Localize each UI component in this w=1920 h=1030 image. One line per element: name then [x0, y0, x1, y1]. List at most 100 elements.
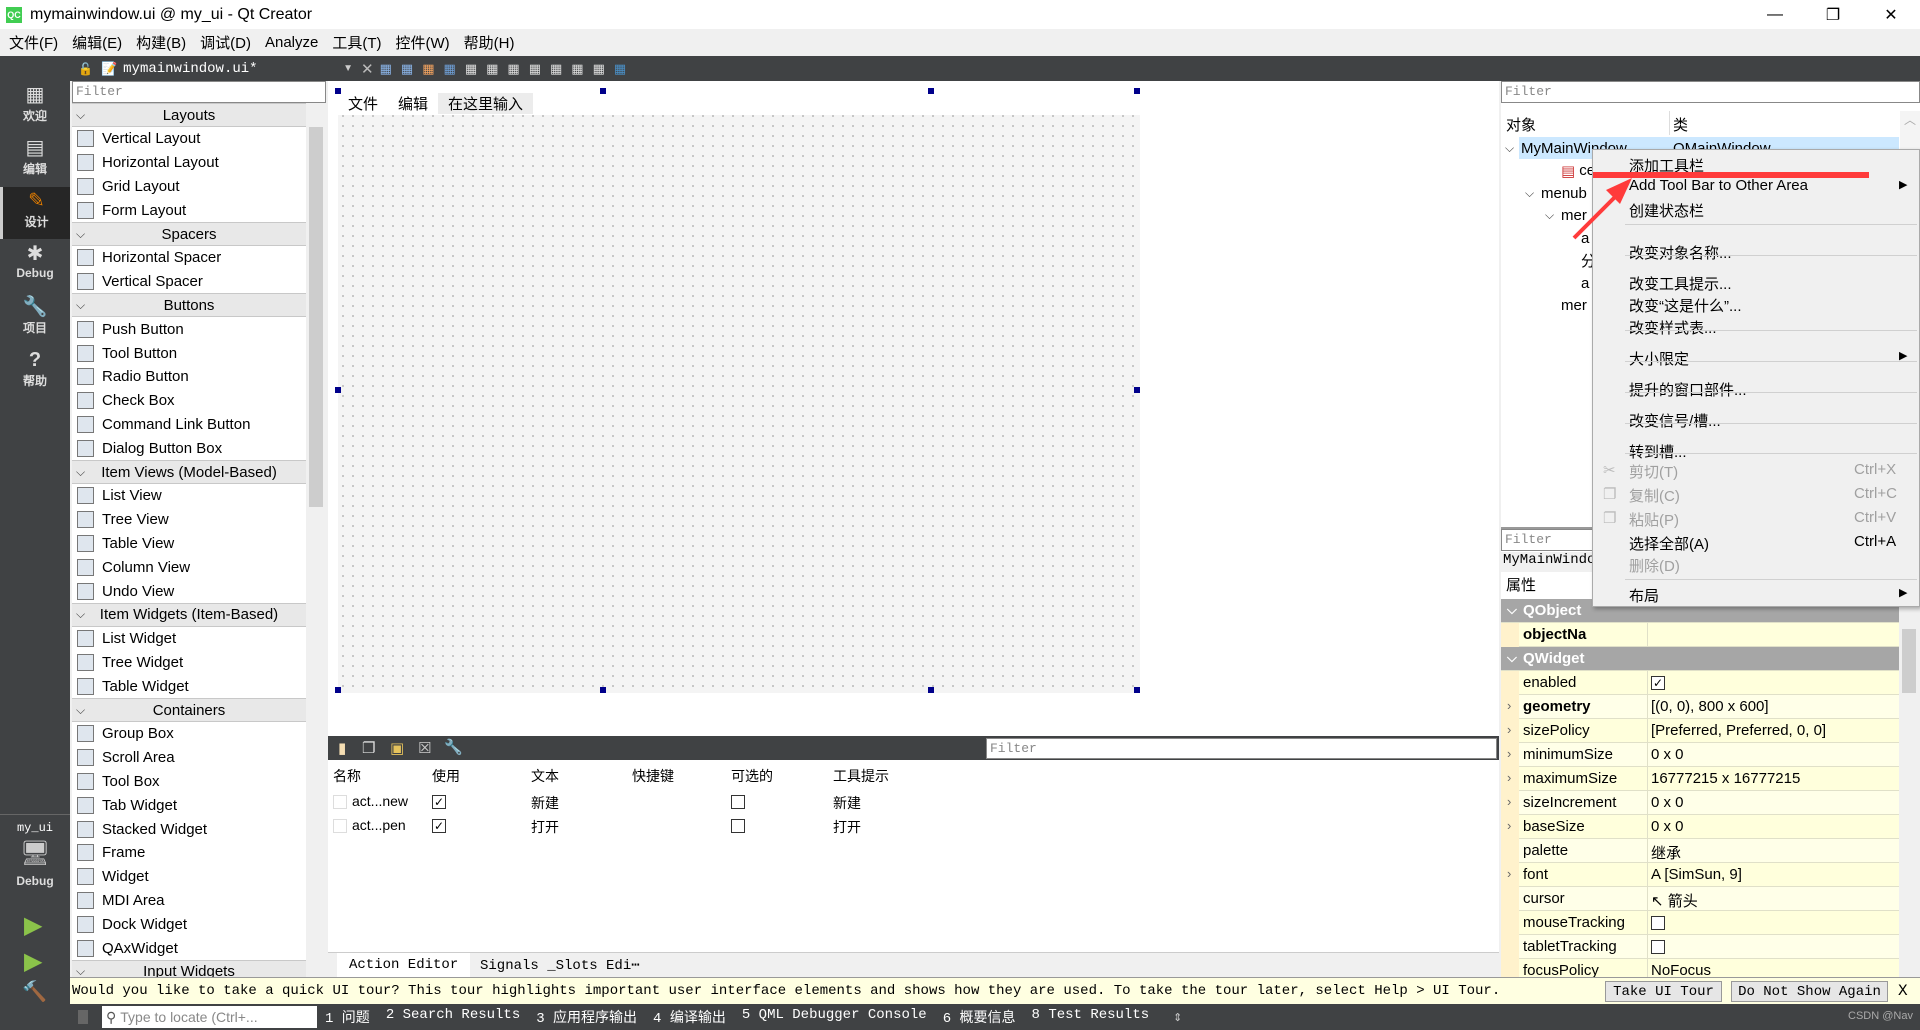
column-header[interactable]: 使用	[432, 766, 460, 786]
chevron-right-icon[interactable]: ›	[1507, 818, 1511, 833]
widget-item[interactable]: Radio Button	[72, 365, 306, 389]
context-menu-item[interactable]: 创建状态栏	[1593, 198, 1920, 220]
used-checkbox[interactable]: ✓	[432, 819, 446, 833]
mode-grid[interactable]: ▦ 欢迎	[0, 81, 70, 133]
output-pane-button[interactable]: 8 Test Results	[1032, 1007, 1150, 1027]
widget-item[interactable]: Table View	[72, 531, 306, 555]
context-menu-item[interactable]: 选择全部(A) Ctrl+A	[1593, 531, 1920, 553]
widget-item[interactable]: Column View	[72, 555, 306, 579]
widget-item[interactable]: Tree View	[72, 508, 306, 532]
widget-item[interactable]: Scroll Area	[72, 746, 306, 770]
close-window-button[interactable]: ✕	[1862, 0, 1920, 29]
property-value[interactable]: 16777215 x 16777215	[1651, 770, 1800, 787]
property-row[interactable]: objectNa	[1501, 623, 1899, 647]
property-value[interactable]: 继承	[1651, 842, 1681, 863]
widget-item[interactable]: QAxWidget	[72, 936, 306, 960]
property-row[interactable]: › sizeIncrement 0 x 0	[1501, 791, 1899, 815]
category-header[interactable]: ⌵ Spacers	[72, 222, 306, 246]
used-checkbox[interactable]: ✓	[432, 795, 446, 809]
property-value[interactable]: [(0, 0), 800 x 600]	[1651, 698, 1769, 715]
mode-wrench[interactable]: 🔧 项目	[0, 293, 70, 345]
property-value[interactable]: ↖ 箭头	[1651, 890, 1698, 911]
property-value[interactable]: NoFocus	[1651, 962, 1711, 977]
take-ui-tour-button[interactable]: Take UI Tour	[1605, 981, 1722, 1002]
property-row[interactable]: › minimumSize 0 x 0	[1501, 743, 1899, 767]
chevron-right-icon[interactable]: ›	[1507, 770, 1511, 785]
widget-item[interactable]: Horizontal Layout	[72, 151, 306, 175]
property-group[interactable]: ⌵ QWidget	[1501, 647, 1899, 671]
mode-bug[interactable]: ✱ Debug	[0, 240, 70, 292]
widget-item[interactable]: Command Link Button	[72, 412, 306, 436]
pane-chooser-icon[interactable]: ⇕	[1173, 1011, 1182, 1024]
widget-item[interactable]: List Widget	[72, 627, 306, 651]
property-value[interactable]: A [SimSun, 9]	[1651, 866, 1742, 883]
column-header[interactable]: 工具提示	[833, 766, 889, 786]
open-file-combo[interactable]: mymainwindow.ui*	[123, 61, 343, 77]
menu-item[interactable]: 编辑(E)	[65, 32, 129, 53]
context-menu-item[interactable]: 布局 ▶	[1593, 583, 1920, 605]
resize-handle[interactable]	[335, 687, 341, 693]
layout-tool-icon[interactable]: ▦	[614, 61, 626, 77]
property-value[interactable]: [Preferred, Preferred, 0, 0]	[1651, 722, 1826, 739]
layout-tool-icon[interactable]: ▦	[550, 61, 562, 77]
output-pane-button[interactable]: 5 QML Debugger Console	[742, 1007, 927, 1027]
tree-node[interactable]: ⌵ menub	[1525, 182, 1587, 204]
widget-item[interactable]: Vertical Spacer	[72, 270, 306, 294]
run-icon[interactable]: ▶	[24, 911, 42, 940]
layout-tool-icon[interactable]: ▦	[444, 61, 456, 77]
property-value[interactable]: 0 x 0	[1651, 818, 1684, 835]
layout-tool-icon[interactable]: ▦	[529, 61, 541, 77]
minimize-button[interactable]: —	[1746, 0, 1804, 29]
resize-handle[interactable]	[1134, 387, 1140, 393]
property-row[interactable]: › baseSize 0 x 0	[1501, 815, 1899, 839]
do-not-show-again-button[interactable]: Do Not Show Again	[1731, 981, 1888, 1002]
locator-input[interactable]: ⚲ Type to locate (Ctrl+...	[102, 1006, 317, 1028]
property-row[interactable]: enabled ✓	[1501, 671, 1899, 695]
widget-item[interactable]: Tab Widget	[72, 793, 306, 817]
output-pane-button[interactable]: 3 应用程序输出	[536, 1007, 637, 1027]
menu-item[interactable]: 控件(W)	[389, 32, 457, 53]
widget-item[interactable]: Check Box	[72, 389, 306, 413]
context-menu-item[interactable]: 提升的窗口部件...	[1593, 377, 1920, 399]
checkable-checkbox[interactable]	[731, 819, 745, 833]
widget-item[interactable]: Dialog Button Box	[72, 436, 306, 460]
context-menu-item[interactable]: 改变信号/槽...	[1593, 408, 1920, 430]
context-menu-item[interactable]: 改变样式表...	[1593, 315, 1920, 337]
delete-action-icon[interactable]: ☒	[418, 739, 431, 757]
wrench-icon[interactable]: 🔧	[444, 738, 463, 756]
context-menu-item[interactable]: 改变工具提示...	[1593, 271, 1920, 293]
context-menu-item[interactable]: 转到槽...	[1593, 439, 1920, 461]
category-header[interactable]: ⌵ Item Widgets (Item-Based)	[72, 602, 306, 627]
property-checkbox[interactable]: ✓	[1651, 676, 1665, 690]
chevron-right-icon[interactable]: ›	[1507, 698, 1511, 713]
property-checkbox[interactable]	[1651, 916, 1665, 930]
column-header[interactable]: 文本	[531, 766, 559, 786]
widget-item[interactable]: Undo View	[72, 579, 306, 603]
menu-item[interactable]: 构建(B)	[129, 32, 193, 53]
mode-help[interactable]: ? 帮助	[0, 346, 70, 398]
widget-item[interactable]: Grid Layout	[72, 174, 306, 198]
widget-item[interactable]: Horizontal Spacer	[72, 246, 306, 270]
widget-item[interactable]: Push Button	[72, 317, 306, 341]
toggle-sidebar-button[interactable]	[78, 1010, 88, 1024]
context-menu-item[interactable]: 改变“这是什么”...	[1593, 293, 1920, 315]
widget-item[interactable]: MDI Area	[72, 888, 306, 912]
tree-node[interactable]: ⌵ mer	[1545, 205, 1587, 227]
build-hammer-icon[interactable]: 🔨	[22, 979, 47, 1004]
action-name[interactable]: act...pen	[352, 817, 406, 833]
widget-item[interactable]: Group Box	[72, 722, 306, 746]
copy-action-icon[interactable]: ❐	[362, 739, 375, 757]
context-menu-item[interactable]: Add Tool Bar to Other Area ▶	[1593, 175, 1920, 197]
layout-tool-icon[interactable]: ▦	[465, 61, 477, 77]
lock-icon[interactable]: 🔓	[78, 62, 93, 76]
mode-pencil[interactable]: ✎ 设计	[0, 187, 70, 239]
category-header[interactable]: ⌵ Layouts	[72, 103, 306, 127]
form-main-window[interactable]: 文件 编辑 在这里输入	[335, 88, 1140, 693]
widget-item[interactable]: Stacked Widget	[72, 817, 306, 841]
output-pane-button[interactable]: 2 Search Results	[386, 1007, 520, 1027]
menu-item[interactable]: 工具(T)	[325, 32, 388, 53]
action-name[interactable]: act...new	[352, 793, 408, 809]
property-row[interactable]: tabletTracking	[1501, 935, 1899, 959]
property-value[interactable]: 0 x 0	[1651, 794, 1684, 811]
chevron-down-icon[interactable]: ▼	[343, 63, 353, 74]
